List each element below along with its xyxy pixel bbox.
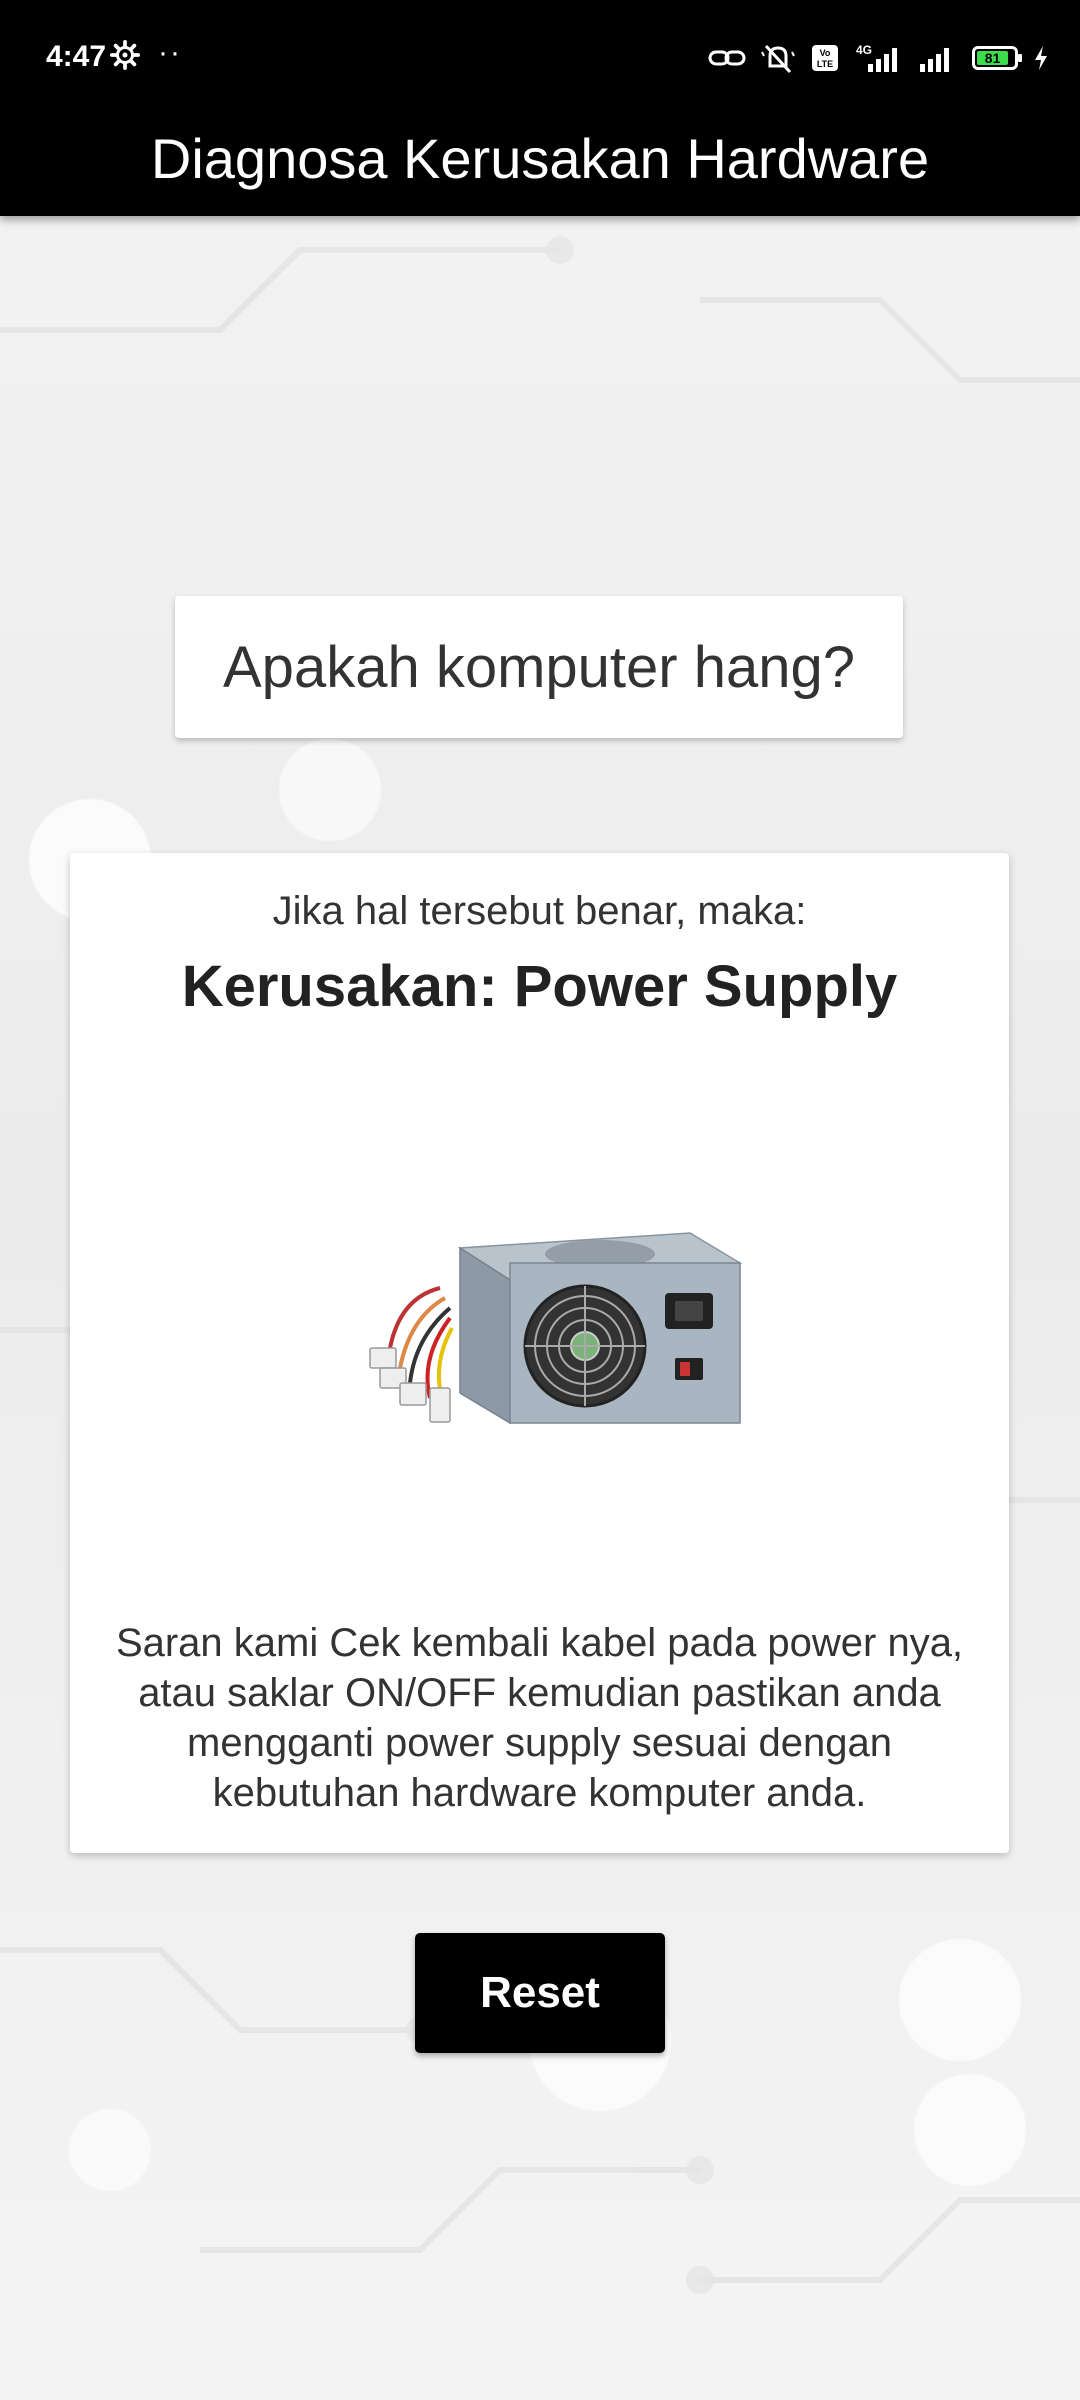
result-intro: Jika hal tersebut benar, maka: xyxy=(272,889,807,933)
battery-level: 81 xyxy=(977,51,1009,65)
app-bar: Diagnosa Kerusakan Hardware xyxy=(0,120,1080,216)
svg-text:LTE: LTE xyxy=(817,59,833,69)
svg-text:4G: 4G xyxy=(856,43,872,57)
app-title: Diagnosa Kerusakan Hardware xyxy=(150,127,930,190)
reset-button[interactable]: Reset xyxy=(415,1933,665,2053)
battery-icon: 81 xyxy=(972,46,1022,70)
svg-text:Vo: Vo xyxy=(820,48,831,58)
status-time: 4:47 xyxy=(46,40,107,73)
signal-4g-icon: 4G xyxy=(856,43,897,72)
signal-icon xyxy=(920,48,949,72)
notification-dots: ·· xyxy=(158,36,182,69)
power-supply-image xyxy=(369,1232,743,1425)
status-icons: Vo LTE 4G 81 xyxy=(708,42,1050,74)
result-title: Kerusakan: Power Supply xyxy=(181,954,898,1019)
status-bar: 4:47 ·· Vo LTE 4G 81 xyxy=(0,0,1080,120)
question-text: Apakah komputer hang? xyxy=(223,634,855,700)
result-card: Jika hal tersebut benar, maka: Kerusakan… xyxy=(70,853,1009,1853)
settings-gear-icon xyxy=(110,40,140,70)
result-advice: Saran kami Cek kembali kabel pada power … xyxy=(115,1621,964,1815)
link-icon xyxy=(708,50,746,66)
volte-icon: Vo LTE xyxy=(812,45,838,71)
mute-bell-icon xyxy=(761,44,795,74)
question-card: Apakah komputer hang? xyxy=(175,596,903,738)
charging-bolt-icon xyxy=(1035,46,1047,70)
